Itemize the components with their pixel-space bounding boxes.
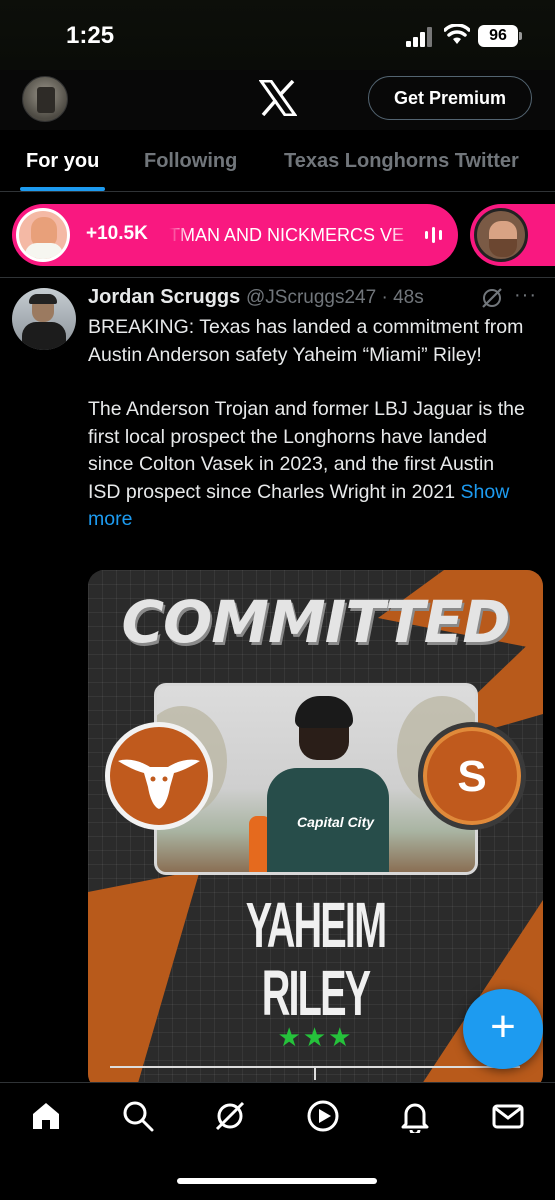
- media-headline: COMMITTED: [121, 588, 510, 656]
- media-divider-tick: [314, 1066, 316, 1080]
- tweet-author-avatar[interactable]: [12, 288, 76, 350]
- tweet-paragraph-1: BREAKING: Texas has landed a commitment …: [88, 316, 524, 366]
- video-icon[interactable]: [306, 1099, 340, 1133]
- grok-icon[interactable]: [480, 286, 504, 310]
- space-host-avatar-2: [474, 208, 528, 262]
- active-tab-indicator: [20, 187, 105, 191]
- tab-following[interactable]: Following: [144, 150, 237, 173]
- status-time: 1:25: [66, 22, 115, 49]
- messages-icon[interactable]: [491, 1099, 525, 1133]
- wifi-icon: [444, 24, 470, 44]
- app-header: Get Premium: [0, 70, 555, 130]
- longhorn-icon: [118, 759, 200, 809]
- search-icon[interactable]: [121, 1099, 155, 1133]
- tweet-text: BREAKING: Texas has landed a commitment …: [88, 314, 528, 534]
- position-badge: S: [418, 722, 526, 830]
- live-space-pill[interactable]: +10.5K TMAN AND NICKMERCS VE: [12, 204, 458, 266]
- player-last-name: RILEY: [261, 957, 371, 1029]
- battery-indicator: 96: [478, 25, 518, 47]
- space-listener-count: +10.5K: [86, 223, 148, 244]
- tweet-author-name[interactable]: Jordan Scruggs: [88, 286, 240, 309]
- compose-post-button[interactable]: +: [463, 989, 543, 1069]
- plus-icon: +: [490, 1002, 516, 1051]
- home-icon[interactable]: [29, 1099, 63, 1133]
- jersey-text: Capital City: [297, 814, 375, 830]
- grok-nav-icon[interactable]: [213, 1099, 247, 1133]
- texas-longhorn-badge: [105, 722, 213, 830]
- tweet-paragraph-2-text: The Anderson Trojan and former LBJ Jagua…: [88, 398, 525, 503]
- space-host-avatar: [16, 208, 70, 262]
- profile-avatar[interactable]: [22, 76, 68, 122]
- timeline-tabs: For you Following Texas Longhorns Twitte…: [0, 130, 555, 192]
- more-icon[interactable]: ···: [514, 284, 537, 307]
- tweet-paragraph-2: The Anderson Trojan and former LBJ Jagua…: [88, 396, 528, 534]
- signal-icon: [406, 27, 432, 47]
- notifications-icon[interactable]: [398, 1099, 432, 1133]
- tweet[interactable]: Jordan Scruggs @JScruggs247 · 48s ··· BR…: [0, 278, 555, 1090]
- x-logo-icon[interactable]: [259, 80, 297, 116]
- spaces-bar: +10.5K TMAN AND NICKMERCS VE: [0, 192, 555, 278]
- status-bar: 1:25 96: [0, 0, 555, 70]
- player-first-name: YAHEIM: [245, 889, 387, 961]
- battery-nub: [519, 32, 522, 40]
- audio-bars-icon: [425, 227, 442, 243]
- live-space-pill-2[interactable]: [470, 204, 555, 266]
- tab-for-you[interactable]: For you: [26, 150, 99, 173]
- tab-texas-longhorns-twitter[interactable]: Texas Longhorns Twitter: [284, 150, 519, 173]
- space-title: TMAN AND NICKMERCS VE: [169, 225, 405, 245]
- tweet-author-handle[interactable]: @JScruggs247 · 48s: [246, 287, 424, 309]
- home-indicator: [177, 1178, 377, 1184]
- position-letter: S: [457, 752, 487, 801]
- get-premium-button[interactable]: Get Premium: [368, 76, 532, 120]
